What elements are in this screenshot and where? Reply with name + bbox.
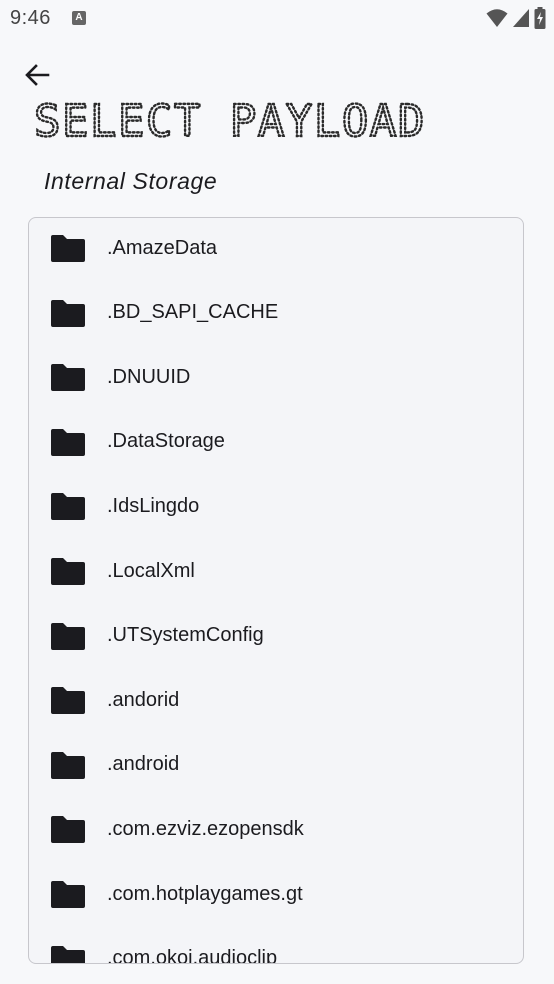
- folder-list-item[interactable]: .BD_SAPI_CACHE: [29, 283, 523, 343]
- folder-icon: [51, 235, 85, 262]
- folder-name: .android: [107, 753, 180, 776]
- folder-icon: [51, 558, 85, 585]
- cellular-signal-icon: [513, 9, 529, 27]
- folder-name: .andorid: [107, 688, 180, 711]
- page-title-text: SELECT PAYLOAD: [34, 98, 426, 147]
- folder-icon: [51, 945, 85, 963]
- battery-charging-icon: [534, 7, 546, 29]
- folder-name: .com.ezviz.ezopensdk: [107, 817, 304, 840]
- status-time: 9:46: [10, 7, 51, 29]
- folder-name: .UTSystemConfig: [107, 624, 264, 647]
- status-icons: [486, 6, 546, 30]
- folder-name: .BD_SAPI_CACHE: [107, 301, 279, 324]
- folder-icon: [51, 751, 85, 779]
- storage-section-label: Internal Storage: [44, 168, 218, 194]
- folder-name: .AmazeData: [107, 236, 218, 259]
- folder-list-item[interactable]: .IdsLingdo: [29, 476, 523, 536]
- back-button[interactable]: [18, 56, 56, 94]
- folder-list-item[interactable]: .DataStorage: [29, 412, 523, 472]
- folder-list-item[interactable]: .UTSystemConfig: [29, 606, 523, 666]
- folder-icon: [51, 428, 85, 456]
- folder-name: .com.okoi.audioclip: [107, 947, 278, 964]
- folder-list-item[interactable]: .AmazeData: [29, 218, 523, 278]
- folder-name: .DataStorage: [107, 430, 225, 453]
- folder-name: .DNUUID: [107, 365, 191, 388]
- page-title: SELECT PAYLOAD: [34, 98, 426, 148]
- folder-icon: [51, 622, 85, 650]
- wifi-icon: [486, 9, 508, 27]
- folder-list[interactable]: .AmazeData .BD_SAPI_CACHE .DNUUID .DataStor…: [28, 217, 524, 964]
- folder-list-item[interactable]: .android: [29, 735, 523, 795]
- folder-name: .LocalXml: [107, 559, 195, 582]
- folder-icon: [51, 881, 85, 908]
- folder-icon: [51, 364, 85, 392]
- folder-name: .com.hotplaygames.gt: [107, 882, 303, 905]
- folder-icon: [51, 816, 85, 844]
- folder-list-item[interactable]: .com.ezviz.ezopensdk: [29, 799, 523, 859]
- folder-list-item[interactable]: .LocalXml: [29, 541, 523, 601]
- app-notification-icon: A: [72, 11, 86, 25]
- status-bar: 9:46 A: [0, 0, 554, 38]
- folder-list-item[interactable]: .com.okoi.audioclip: [29, 929, 523, 964]
- arrow-left-icon: [25, 64, 50, 86]
- folder-icon: [51, 687, 85, 715]
- folder-icon: [51, 299, 85, 327]
- folder-list-item[interactable]: .DNUUID: [29, 347, 523, 407]
- folder-icon: [51, 493, 85, 521]
- folder-list-item[interactable]: .com.hotplaygames.gt: [29, 864, 523, 924]
- folder-list-item[interactable]: .andorid: [29, 670, 523, 730]
- folder-name: .IdsLingdo: [107, 494, 200, 517]
